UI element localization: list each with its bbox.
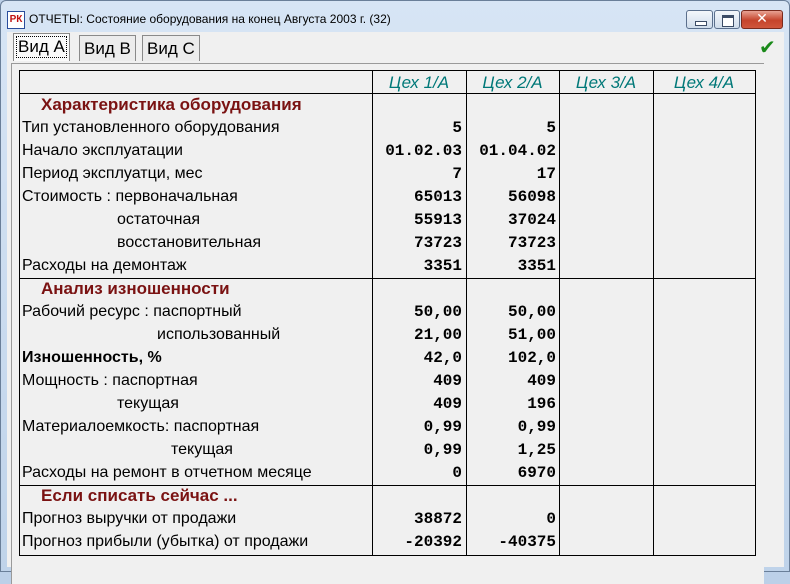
row-label: использованный (157, 326, 281, 343)
row-label: Прогноз выручки от продажи (22, 510, 237, 527)
cell-shop-2: 0,99 (517, 418, 556, 436)
minimize-button[interactable] (686, 10, 713, 29)
cell-shop-1: 73723 (413, 234, 462, 252)
cell-shop-2: 37024 (507, 211, 556, 229)
row-label: Расходы на ремонт в отчетном месяце (22, 464, 312, 481)
cell-shop-2: 1,25 (517, 441, 556, 459)
report-table: Цех 1/А Цех 2/А Цех 3/А Цех 4/А Характер… (19, 70, 756, 556)
table-row: Расходы на демонтаж 3351 3351 (20, 255, 755, 278)
cell-shop-1: 38872 (413, 510, 462, 528)
cell-shop-2: 73723 (507, 234, 556, 252)
row-label: Материалоемкость: паспортная (22, 418, 260, 435)
table-row: Период эксплуатци, мес 7 17 (20, 163, 755, 186)
row-label: Расходы на демонтаж (22, 257, 187, 274)
row-label: Изношенность, % (22, 349, 162, 366)
window-title: ОТЧЕТЫ: Состояние оборудования на конец … (29, 12, 391, 26)
report-window: РК ОТЧЕТЫ: Состояние оборудования на кон… (0, 0, 790, 584)
section-title-equipment: Характеристика оборудования (41, 95, 302, 114)
row-label: Мощность : паспортная (22, 372, 198, 389)
cell-shop-2: 51,00 (507, 326, 556, 344)
cell-shop-1: 7 (452, 165, 462, 183)
cell-shop-2: 3351 (517, 257, 556, 275)
ok-check-icon[interactable]: ✔ (759, 35, 781, 59)
table-row: Тип установленного оборудования 5 5 (20, 117, 755, 140)
cell-shop-2: 5 (546, 119, 556, 137)
table-row: восстановительная 73723 73723 (20, 232, 755, 255)
app-icon: РК (7, 11, 25, 29)
minimize-icon (695, 21, 707, 26)
cell-shop-2: 102,0 (507, 349, 556, 367)
row-label: Прогноз прибыли (убытка) от продажи (22, 533, 309, 550)
table-row: Рабочий ресурс : паспортный 50,00 50,00 (20, 301, 755, 324)
table-row: Изношенность, % 42,0 102,0 (20, 347, 755, 370)
table-row: использованный 21,00 51,00 (20, 324, 755, 347)
table-row: текущая 0,99 1,25 (20, 439, 755, 462)
table-row: Стоимость : первоначальная 65013 56098 (20, 186, 755, 209)
cell-shop-1: -20392 (404, 533, 462, 551)
column-header-shop-3: Цех 3/А (575, 73, 637, 92)
table-row: Материалоемкость: паспортная 0,99 0,99 (20, 416, 755, 439)
row-label: текущая (171, 441, 233, 458)
close-icon: ✕ (756, 11, 768, 27)
table-row: Расходы на ремонт в отчетном месяце 0 69… (20, 462, 755, 485)
row-label: текущая (117, 395, 179, 412)
cell-shop-1: 50,00 (413, 303, 462, 321)
cell-shop-2: 01.04.02 (479, 142, 556, 160)
row-label: Начало эксплуатации (22, 142, 183, 159)
section-title-wear: Анализ изношенности (41, 279, 230, 298)
cell-shop-1: 01.02.03 (385, 142, 462, 160)
table-row: Прогноз прибыли (убытка) от продажи -203… (20, 531, 755, 554)
close-button[interactable]: ✕ (741, 10, 783, 29)
column-header-shop-2: Цех 2/А (482, 73, 543, 92)
cell-shop-2: 6970 (517, 464, 556, 482)
tab-vid-c[interactable]: Вид С (142, 35, 200, 61)
cell-shop-1: 5 (452, 119, 462, 137)
row-label: восстановительная (117, 234, 262, 251)
column-header-shop-4: Цех 4/А (673, 73, 735, 92)
cell-shop-1: 0 (452, 464, 462, 482)
cell-shop-1: 0,99 (423, 441, 462, 459)
row-label: Рабочий ресурс : паспортный (22, 303, 242, 320)
maximize-button[interactable] (714, 10, 740, 29)
cell-shop-1: 409 (433, 395, 462, 413)
tab-vid-b[interactable]: Вид В (79, 35, 136, 61)
table-row: Мощность : паспортная 409 409 (20, 370, 755, 393)
row-label: остаточная (117, 211, 201, 228)
table-row: текущая 409 196 (20, 393, 755, 416)
cell-shop-2: 17 (536, 165, 556, 183)
cell-shop-2: 0 (546, 510, 556, 528)
title-bar[interactable]: РК ОТЧЕТЫ: Состояние оборудования на кон… (1, 1, 789, 31)
cell-shop-1: 42,0 (423, 349, 462, 367)
cell-shop-1: 21,00 (413, 326, 462, 344)
cell-shop-1: 55913 (413, 211, 462, 229)
table-row: остаточная 55913 37024 (20, 209, 755, 232)
cell-shop-1: 65013 (413, 188, 462, 206)
maximize-icon (722, 15, 734, 27)
column-header-shop-1: Цех 1/А (388, 73, 450, 92)
row-label: Стоимость : первоначальная (22, 188, 238, 205)
table-row: Начало эксплуатации 01.02.03 01.04.02 (20, 140, 755, 163)
cell-shop-1: 0,99 (423, 418, 462, 436)
cell-shop-2: -40375 (498, 533, 556, 551)
section-header-row: Анализ изношенности (20, 278, 755, 301)
table-row: Прогноз выручки от продажи 38872 0 (20, 508, 755, 531)
cell-shop-2: 56098 (507, 188, 556, 206)
section-header-row: Если списать сейчас ... (20, 485, 755, 508)
section-header-row: Характеристика оборудования (20, 94, 755, 117)
row-label: Тип установленного оборудования (22, 119, 280, 136)
window-client-area: Вид А Вид В Вид С ✔ Цех 1/А Цех 2/А Цех … (7, 32, 784, 584)
cell-shop-2: 409 (527, 372, 556, 390)
section-title-write-off: Если списать сейчас ... (41, 486, 238, 505)
cell-shop-2: 196 (527, 395, 556, 413)
cell-shop-1: 409 (433, 372, 462, 390)
cell-shop-2: 50,00 (507, 303, 556, 321)
row-label: Период эксплуатци, мес (22, 165, 203, 182)
cell-shop-1: 3351 (423, 257, 462, 275)
tab-vid-a[interactable]: Вид А (13, 33, 70, 61)
